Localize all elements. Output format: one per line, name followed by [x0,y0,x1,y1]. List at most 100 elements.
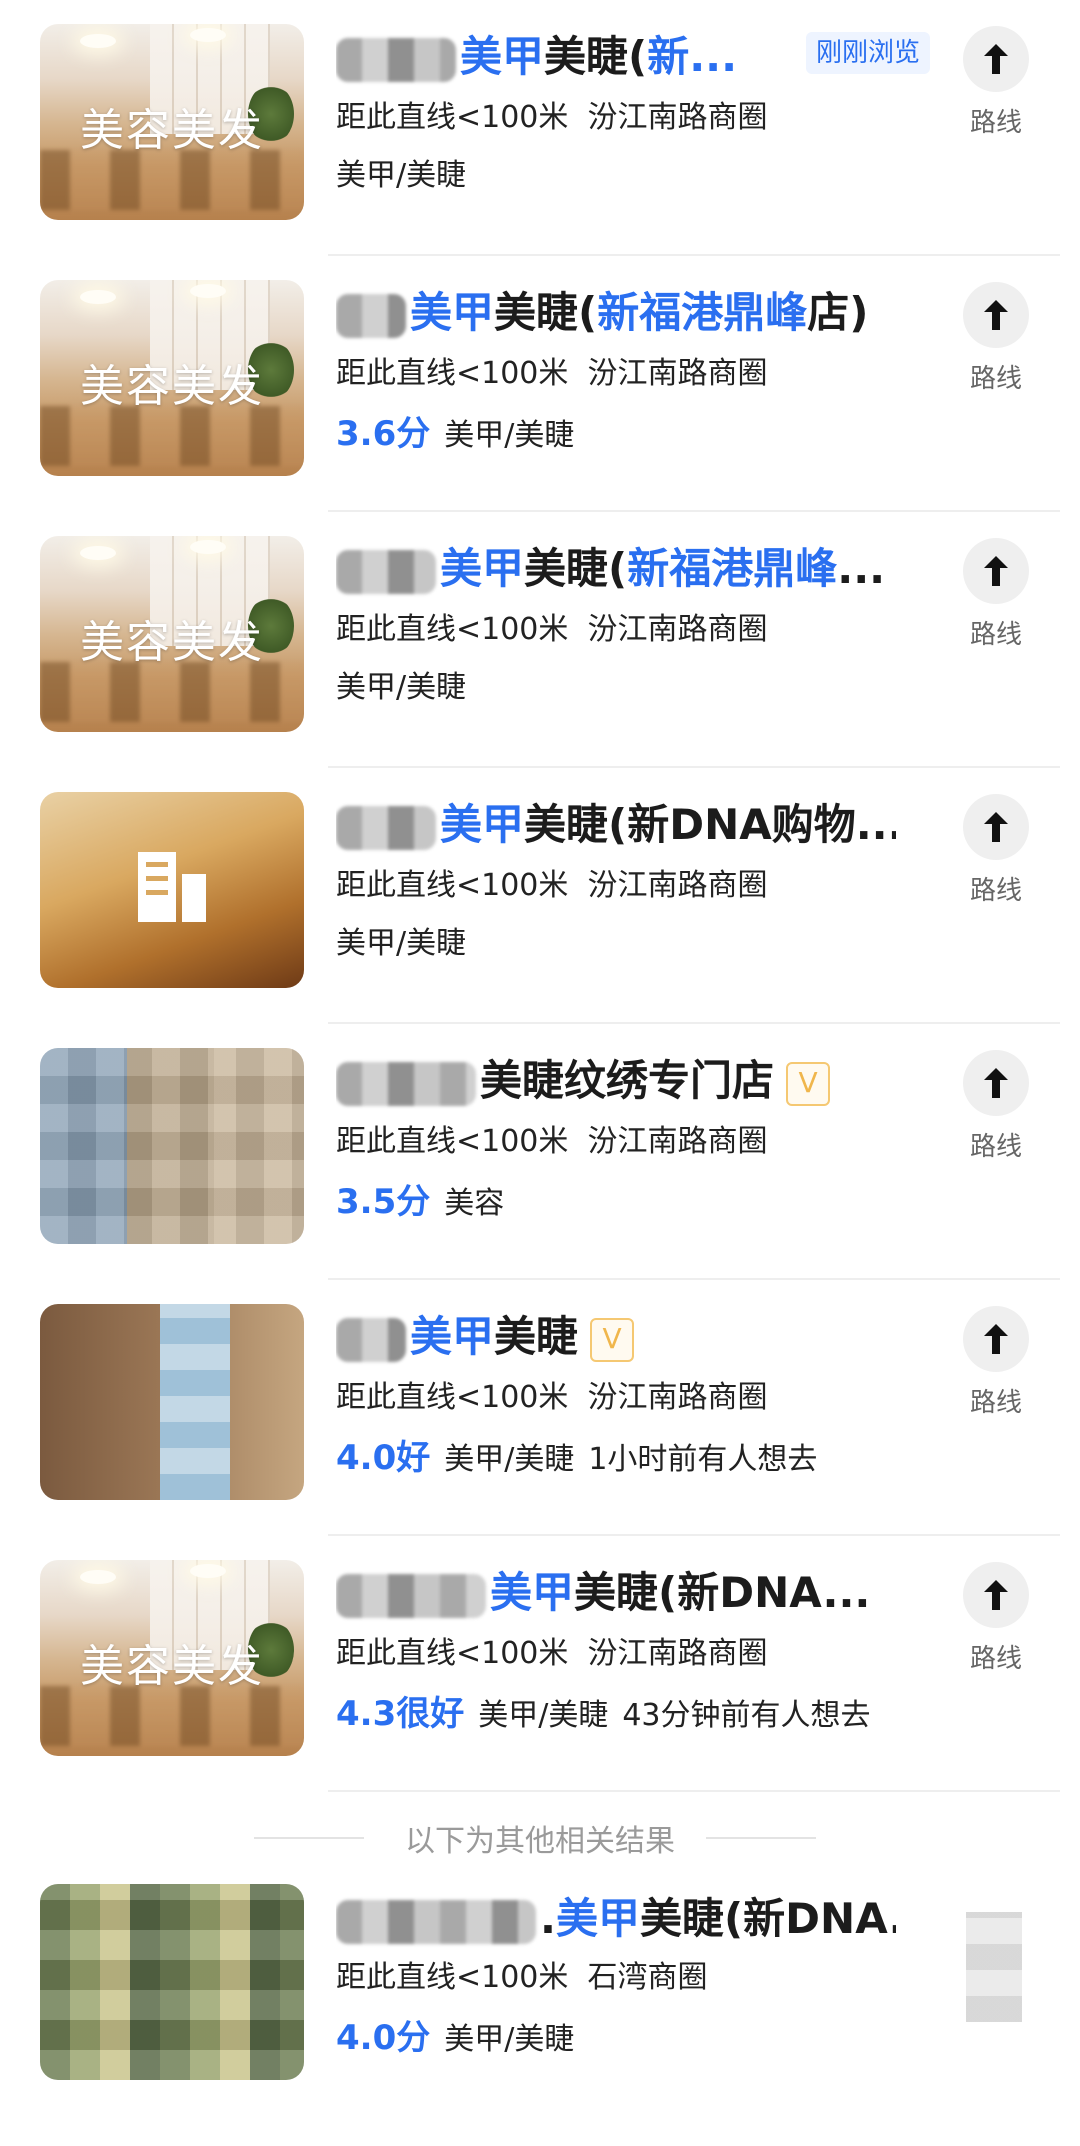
category-text: 美甲/美睫 [478,1698,609,1733]
route-label: 路线 [969,876,1022,906]
title-keyword-highlight: 新福港鼎峰 [627,544,838,593]
route-button[interactable]: 路线 [956,794,1036,907]
title-text: 美睫纹绣专门店 [480,1056,775,1105]
route-icon [963,1562,1029,1628]
shop-thumbnail[interactable] [40,1884,304,2080]
shop-thumbnail[interactable]: 美容美发 [40,1560,304,1756]
recently-viewed-badge: 刚刚浏览 [806,32,931,74]
distance-area-line: 距此直线<100米 汾江南路商圈 [336,1628,767,1672]
popularity-text: 1小时前有人想去 [588,1442,818,1477]
result-card[interactable]: 美容美发 美甲美睫(新... 刚刚浏览 距此直线<100米 汾江南路商圈 美甲/… [0,0,1080,256]
related-result-card[interactable]: .美甲美睫(新DNA... 距此直线<100米 石湾商圈 4.0分美甲/美睫 [0,1882,1080,2138]
shop-title[interactable]: 美甲美睫(新DNA购物... [336,794,896,856]
distance-text: 距此直线<100米 [336,1960,569,1995]
pixelated-photo [40,1048,304,1244]
route-label: 路线 [969,1388,1022,1418]
distance-text: 距此直线<100米 [336,612,569,647]
rating-score: 4.0好 [336,1438,431,1478]
shop-thumbnail[interactable]: 美容美发 [40,536,304,732]
route-icon [963,538,1029,604]
title-keyword-highlight: 美甲 [555,1894,640,1943]
title-keyword-highlight: 美甲 [410,288,495,337]
chairs-decor [40,1686,304,1746]
route-icon [963,26,1029,92]
category-text: 美甲/美睫 [336,926,467,961]
title-text: 美睫( [524,544,628,593]
distance-area-line: 距此直线<100米 汾江南路商圈 [336,1372,767,1416]
distance-text: 距此直线<100米 [336,1636,569,1671]
title-text: 美睫(新DNA... [574,1568,871,1617]
distance-text: 距此直线<100米 [336,868,569,903]
other-results-divider: 以下为其他相关结果 [0,1792,1080,1882]
route-button[interactable]: 路线 [956,282,1036,395]
distance-area-line: 距此直线<100米 汾江南路商圈 [336,1116,767,1160]
shop-title[interactable]: 美睫纹绣专门店 V [336,1050,896,1112]
lamp-decor [80,34,116,48]
pixelated-photo [40,1884,304,2080]
thumbnail-caption: 美容美发 [80,361,264,412]
route-button[interactable]: 路线 [956,1562,1036,1675]
result-card[interactable]: 美容美发 美甲美睫(新DNA... 距此直线<100米 汾江南路商圈 4.3很好… [0,1536,1080,1792]
distance-area-line: 距此直线<100米 石湾商圈 [336,1952,707,1996]
business-area: 汾江南路商圈 [587,356,768,391]
title-keyword-highlight: 新... [647,32,738,81]
shop-title[interactable]: 美甲美睫(新福港鼎峰... [336,538,896,600]
title-keyword-highlight: 美甲 [440,800,525,849]
shop-title[interactable]: 美甲美睫 V [336,1306,896,1368]
distance-area-line: 距此直线<100米 汾江南路商圈 [336,604,767,648]
thumbnail-caption: 美容美发 [80,1641,264,1692]
shop-thumbnail[interactable]: 美容美发 [40,280,304,476]
result-card[interactable]: 美睫纹绣专门店 V 距此直线<100米 汾江南路商圈 3.5分 美容 路线 [0,1024,1080,1280]
popularity-text: 43分钟前有人想去 [622,1698,871,1733]
rating-category-line: 4.0分 美甲/美睫 [336,2010,574,2059]
distance-area-line: 距此直线<100米 汾江南路商圈 [336,348,767,392]
business-area: 汾江南路商圈 [587,868,768,903]
verified-badge-icon: V [786,1061,831,1106]
business-area: 石湾商圈 [587,1960,708,1995]
shop-title[interactable]: 美甲美睫(新福港鼎峰店) [336,282,896,344]
blurred-name-segment [336,1573,486,1618]
route-button[interactable]: 路线 [956,538,1036,651]
lamp-decor [190,284,226,298]
shop-thumbnail[interactable] [40,792,304,988]
route-button[interactable]: 路线 [956,1306,1036,1419]
title-text: 店) [807,288,869,337]
blurred-name-segment [336,1317,406,1362]
lamp-decor [190,540,226,554]
window-decor [160,1304,230,1500]
rating-category-line: 4.3很好 美甲/美睫 43分钟前有人想去 [336,1686,871,1735]
route-label: 路线 [969,1644,1022,1674]
title-text: ... [837,544,886,593]
blurred-route-button[interactable] [966,1912,1022,2022]
result-card[interactable]: 美容美发 美甲美睫(新福港鼎峰店) 距此直线<100米 汾江南路商圈 3.6分美… [0,256,1080,512]
blurred-name-segment [336,1061,476,1106]
shop-title[interactable]: 美甲美睫(新DNA... [336,1562,896,1624]
chairs-decor [40,150,304,210]
shop-title[interactable]: 美甲美睫(新... [336,26,796,88]
blurred-name-segment [336,549,436,594]
title-text: 美睫 [494,1312,579,1361]
shop-thumbnail[interactable] [40,1304,304,1500]
business-area: 汾江南路商圈 [587,612,768,647]
chairs-decor [40,662,304,722]
result-card[interactable]: 美甲美睫 V 距此直线<100米 汾江南路商圈 4.0好 美甲/美睫 1小时前有人想去… [0,1280,1080,1536]
result-card[interactable]: 美甲美睫(新DNA购物... 距此直线<100米 汾江南路商圈 美甲/美睫 路线 [0,768,1080,1024]
distance-text: 距此直线<100米 [336,1380,569,1415]
title-keyword-highlight: 美甲 [490,1568,575,1617]
title-text: 美睫( [544,32,648,81]
route-icon [963,282,1029,348]
category-text: 美甲/美睫 [444,2022,575,2057]
shop-thumbnail[interactable] [40,1048,304,1244]
result-card[interactable]: 美容美发 美甲美睫(新福港鼎峰... 距此直线<100米 汾江南路商圈 美甲/美… [0,512,1080,768]
route-label: 路线 [969,364,1022,394]
route-label: 路线 [969,1132,1022,1162]
shop-title[interactable]: .美甲美睫(新DNA... [336,1888,896,1950]
route-button[interactable]: 路线 [956,26,1036,139]
title-text: . [540,1894,556,1943]
route-button[interactable]: 路线 [956,1050,1036,1163]
shop-thumbnail[interactable]: 美容美发 [40,24,304,220]
distance-text: 距此直线<100米 [336,356,569,391]
title-keyword-highlight: 美甲 [410,1312,495,1361]
rating-category-line: 美甲/美睫 [336,150,466,194]
title-text: 美睫( [494,288,598,337]
